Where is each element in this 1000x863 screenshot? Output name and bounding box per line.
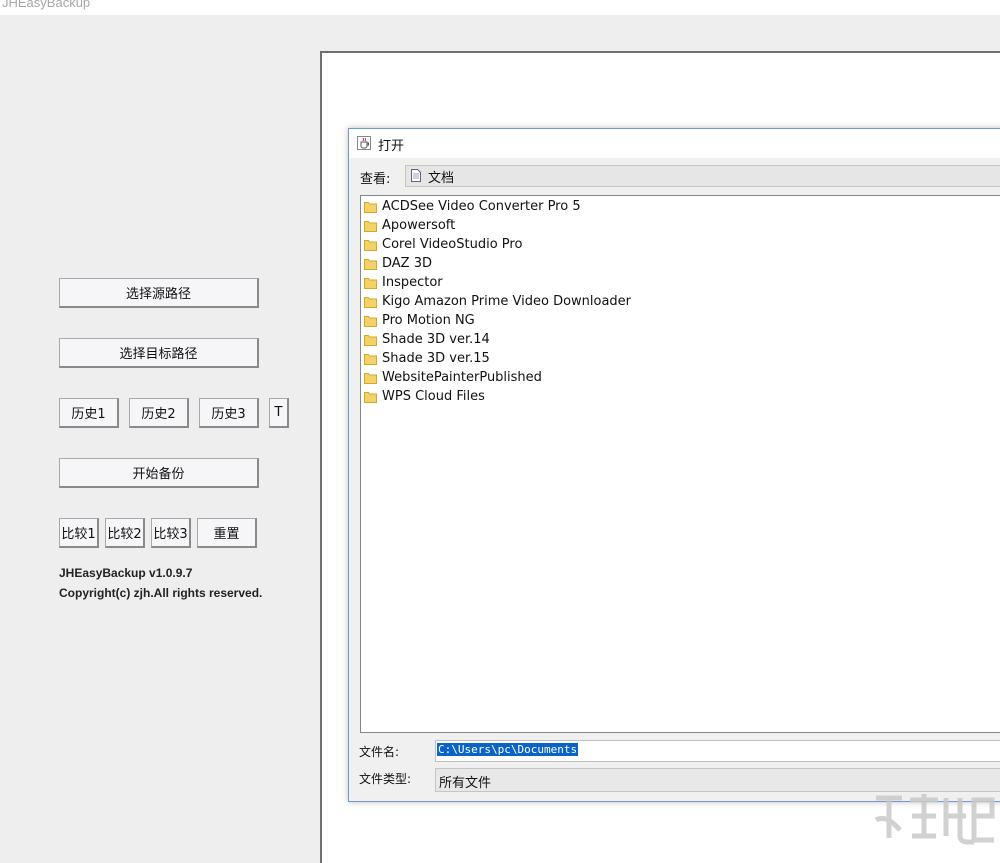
folder-icon bbox=[364, 353, 377, 365]
app-title: JHEasyBackup bbox=[2, 0, 91, 10]
folder-icon bbox=[364, 315, 377, 327]
folder-icon bbox=[364, 334, 377, 346]
dialog-title: 打开 bbox=[378, 139, 405, 154]
folder-icon bbox=[364, 277, 377, 289]
select-source-button[interactable]: 选择源路径 bbox=[59, 278, 259, 308]
filename-value: C:\Users\pc\Documents bbox=[437, 743, 579, 756]
list-item[interactable]: ACDSee Video Converter Pro 5 bbox=[364, 197, 581, 216]
list-item[interactable]: Pro Motion NG bbox=[364, 311, 475, 330]
start-backup-button[interactable]: 开始备份 bbox=[59, 458, 259, 488]
java-cup-icon bbox=[357, 136, 371, 150]
folder-icon bbox=[364, 220, 377, 232]
item-label: Kigo Amazon Prime Video Downloader bbox=[382, 294, 632, 309]
item-label: Shade 3D ver.15 bbox=[382, 351, 490, 366]
filename-input[interactable]: C:\Users\pc\Documents bbox=[435, 740, 1000, 762]
compare2-button[interactable]: 比较2 bbox=[105, 518, 145, 548]
watermark-logo bbox=[874, 794, 995, 845]
look-in-value: 文档 bbox=[428, 171, 455, 186]
file-list[interactable]: ACDSee Video Converter Pro 5 Apowersoft … bbox=[360, 195, 1000, 733]
look-in-combo[interactable]: 文档 bbox=[405, 165, 1000, 187]
item-label: Corel VideoStudio Pro bbox=[382, 237, 523, 252]
list-item[interactable]: Kigo Amazon Prime Video Downloader bbox=[364, 292, 631, 311]
select-target-button[interactable]: 选择目标路径 bbox=[59, 338, 259, 368]
item-label: Shade 3D ver.14 bbox=[382, 332, 490, 347]
history2-button[interactable]: 历史2 bbox=[129, 398, 189, 428]
copyright-text: Copyright(c) zjh.All rights reserved. bbox=[59, 586, 263, 600]
open-dialog: 打开 查看: 文档 ACDSee Video Converter Pro 5 A… bbox=[348, 128, 1000, 802]
history3-button[interactable]: 历史3 bbox=[199, 398, 259, 428]
look-in-label: 查看: bbox=[360, 172, 391, 187]
folder-icon bbox=[364, 201, 377, 213]
item-label: Inspector bbox=[382, 275, 443, 290]
list-item[interactable]: Shade 3D ver.14 bbox=[364, 330, 490, 349]
version-text: JHEasyBackup v1.0.9.7 bbox=[59, 566, 193, 580]
list-item[interactable]: Inspector bbox=[364, 273, 443, 292]
list-item[interactable]: Shade 3D ver.15 bbox=[364, 349, 490, 368]
t-button[interactable]: T bbox=[269, 398, 289, 428]
item-label: WPS Cloud Files bbox=[382, 389, 485, 404]
folder-icon bbox=[364, 296, 377, 308]
compare1-button[interactable]: 比较1 bbox=[59, 518, 99, 548]
list-item[interactable]: Apowersoft bbox=[364, 216, 455, 235]
dialog-titlebar: 打开 bbox=[349, 129, 1000, 158]
list-item[interactable]: WebsitePainterPublished bbox=[364, 368, 542, 387]
item-label: Pro Motion NG bbox=[382, 313, 475, 328]
folder-icon bbox=[364, 372, 377, 384]
item-label: WebsitePainterPublished bbox=[382, 370, 542, 385]
filetype-combo[interactable]: 所有文件 bbox=[435, 768, 1000, 792]
list-item[interactable]: Corel VideoStudio Pro bbox=[364, 235, 522, 254]
folder-icon bbox=[364, 258, 377, 270]
list-item[interactable]: DAZ 3D bbox=[364, 254, 432, 273]
filename-label: 文件名: bbox=[359, 745, 400, 759]
reset-button[interactable]: 重置 bbox=[197, 518, 257, 548]
item-label: ACDSee Video Converter Pro 5 bbox=[382, 199, 581, 214]
item-label: DAZ 3D bbox=[382, 256, 432, 271]
app-titlebar: JHEasyBackup bbox=[0, 0, 1000, 15]
filetype-label: 文件类型: bbox=[359, 772, 412, 786]
item-label: Apowersoft bbox=[382, 218, 456, 233]
list-item[interactable]: WPS Cloud Files bbox=[364, 387, 485, 406]
document-icon bbox=[411, 169, 421, 182]
folder-icon bbox=[364, 391, 377, 403]
compare3-button[interactable]: 比较3 bbox=[151, 518, 191, 548]
history1-button[interactable]: 历史1 bbox=[59, 398, 119, 428]
filetype-value: 所有文件 bbox=[439, 776, 492, 791]
folder-icon bbox=[364, 239, 377, 251]
